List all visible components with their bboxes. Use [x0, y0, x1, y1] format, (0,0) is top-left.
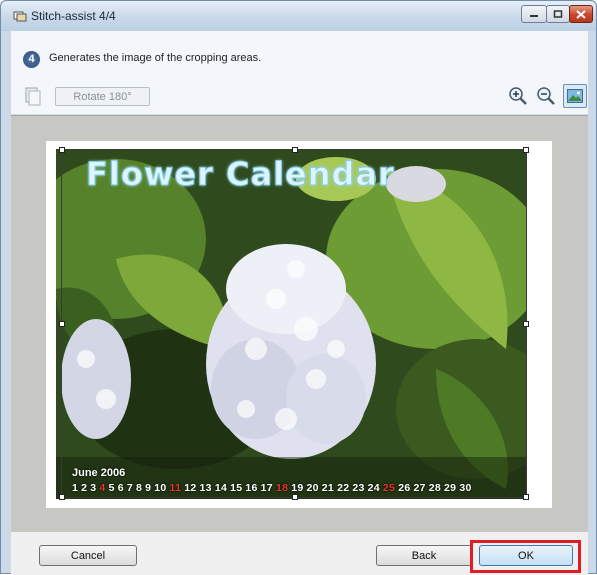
app-icon: [13, 11, 27, 22]
fit-image-button[interactable]: [563, 84, 587, 108]
title-bar[interactable]: Stitch-assist 4/4: [1, 1, 596, 31]
maximize-icon: [553, 10, 563, 18]
minimize-button[interactable]: [521, 5, 547, 23]
crop-handle-top[interactable]: [292, 147, 298, 153]
crop-handle-right[interactable]: [523, 321, 529, 327]
close-button[interactable]: [569, 5, 593, 23]
crop-handle-bottom[interactable]: [292, 494, 298, 500]
crop-handle-top-right[interactable]: [523, 147, 529, 153]
zoom-in-icon[interactable]: [507, 85, 529, 107]
step-number-badge: 4: [23, 51, 40, 68]
zoom-out-icon[interactable]: [535, 85, 557, 107]
crop-handle-left[interactable]: [59, 321, 65, 327]
maximize-button[interactable]: [546, 5, 570, 23]
crop-handle-top-left[interactable]: [59, 147, 65, 153]
crop-area-frame[interactable]: [59, 147, 529, 500]
rotate-page-icon[interactable]: [21, 85, 43, 107]
crop-handle-bottom-left[interactable]: [59, 494, 65, 500]
ok-button[interactable]: OK: [479, 545, 573, 566]
close-icon: [576, 9, 586, 19]
step-header: 4 Generates the image of the cropping ar…: [11, 31, 588, 79]
fit-image-icon: [567, 89, 583, 103]
rotate-180-button[interactable]: Rotate 180°: [55, 87, 150, 106]
back-button[interactable]: Back: [376, 545, 472, 566]
minimize-icon: [530, 15, 538, 17]
step-description: Generates the image of the cropping area…: [49, 52, 262, 64]
crop-handle-bottom-right[interactable]: [523, 494, 529, 500]
stitch-assist-window: Stitch-assist 4/4 4 Generates the image …: [0, 0, 597, 575]
window-title: Stitch-assist 4/4: [31, 9, 116, 23]
cancel-button[interactable]: Cancel: [39, 545, 137, 566]
